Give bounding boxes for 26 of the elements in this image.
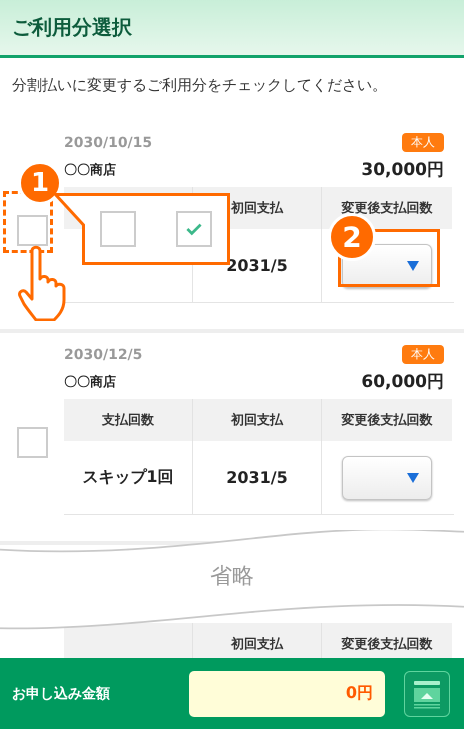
page-title: ご利用分選択 [12,14,132,41]
column-header: 初回支払 [193,399,322,441]
usage-amount: 30,000円 [361,159,444,181]
usage-date: 2030/12/5 [64,346,142,362]
count-select[interactable] [342,456,432,500]
store-name: 〇〇商店 [64,374,116,390]
omission-label: 省略 [210,563,254,591]
column-header: 支払回数 [64,399,193,441]
table-cell: スキップ1回 [64,441,193,514]
holder-tag: 本人 [402,133,444,152]
dropdown-caret-icon [407,260,419,270]
store-name: 〇〇商店 [64,162,116,178]
checkbox[interactable] [16,215,48,246]
total-label: お申し込み金額 [12,684,111,702]
holder-tag: 本人 [402,345,444,364]
instruction-text: 分割払いに変更するご利用分をチェックしてください。 [12,76,388,95]
step-number: 1 [18,161,62,205]
total-amount-field: 0円 [189,670,385,716]
usage-date: 2030/10/15 [64,134,152,150]
scroll-top-button[interactable] [404,670,450,716]
table-cell: 2031/5 [193,441,322,514]
dropdown-caret-icon [407,472,419,482]
scroll-top-icon [412,678,442,708]
checkbox[interactable] [16,427,48,458]
column-header: 変更後支払回数 [322,399,452,441]
usage-amount: 60,000円 [361,371,444,393]
